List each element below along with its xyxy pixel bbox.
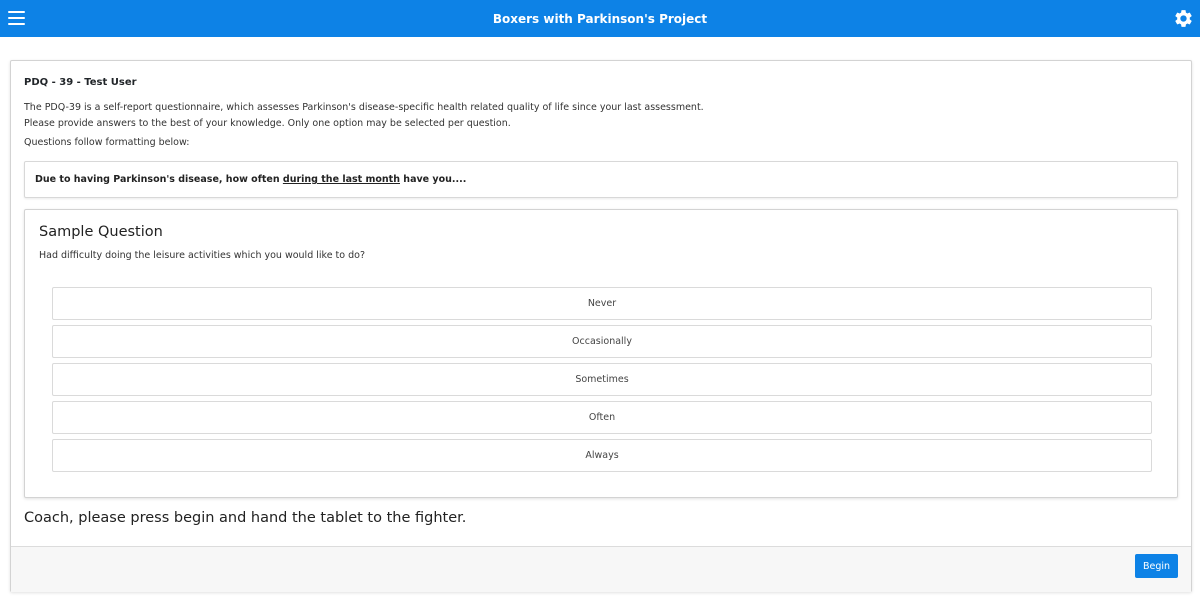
stem-text-after: have you....	[400, 174, 467, 185]
top-app-bar: Boxers with Parkinson's Project	[0, 0, 1200, 37]
answer-options: Never Occasionally Sometimes Often Alway…	[52, 287, 1152, 477]
sample-question-panel: Sample Question Had difficulty doing the…	[24, 209, 1178, 498]
question-stem: Due to having Parkinson's disease, how o…	[24, 161, 1178, 198]
option-always[interactable]: Always	[52, 439, 1152, 472]
questionnaire-card: PDQ - 39 - Test User The PDQ-39 is a sel…	[10, 60, 1192, 592]
card-title: PDQ - 39 - Test User	[24, 77, 137, 88]
card-footer: Begin	[11, 546, 1191, 592]
gear-icon[interactable]	[1173, 8, 1194, 29]
begin-button[interactable]: Begin	[1135, 554, 1178, 578]
app-title: Boxers with Parkinson's Project	[492, 11, 708, 26]
sample-question-title: Sample Question	[39, 224, 163, 240]
coach-instruction: Coach, please press begin and hand the t…	[24, 510, 467, 526]
option-sometimes[interactable]: Sometimes	[52, 363, 1152, 396]
stem-text-underlined: during the last month	[282, 174, 400, 185]
stem-text-before: Due to having Parkinson's disease, how o…	[35, 174, 283, 185]
option-occasionally[interactable]: Occasionally	[52, 325, 1152, 358]
option-often[interactable]: Often	[52, 401, 1152, 434]
sample-question-text: Had difficulty doing the leisure activit…	[39, 250, 365, 261]
format-note: Questions follow formatting below:	[24, 137, 190, 148]
intro-line-2: Please provide answers to the best of yo…	[24, 118, 511, 129]
intro-line-1: The PDQ-39 is a self-report questionnair…	[24, 102, 704, 113]
hamburger-menu-icon[interactable]	[8, 11, 25, 26]
option-never[interactable]: Never	[52, 287, 1152, 320]
intro-text: The PDQ-39 is a self-report questionnair…	[24, 100, 704, 132]
